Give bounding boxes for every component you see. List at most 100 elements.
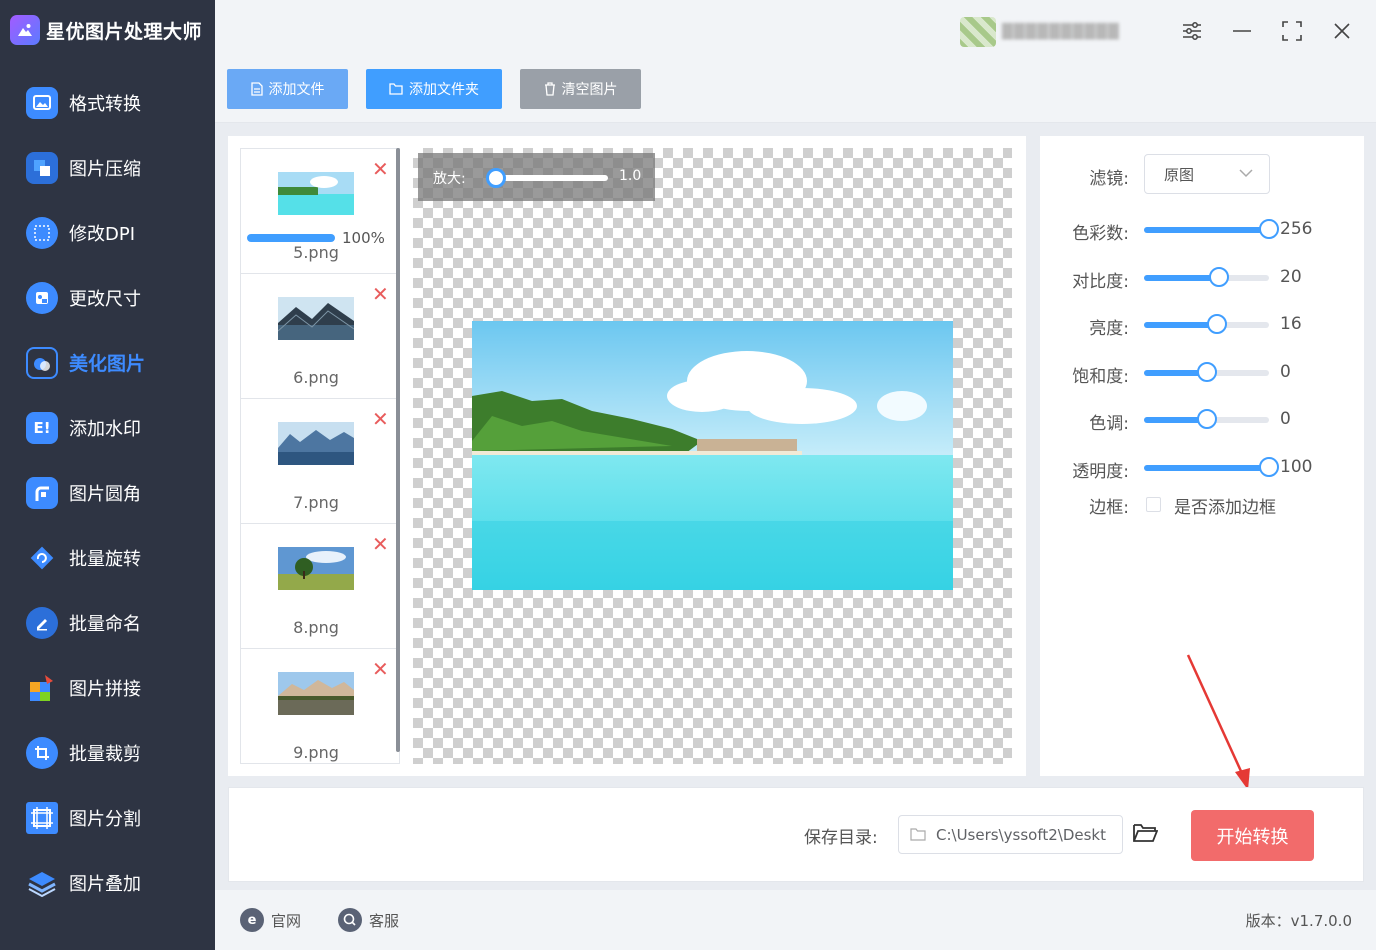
support-link[interactable]: 客服 bbox=[338, 908, 399, 932]
opacity-label: 透明度: bbox=[1072, 462, 1129, 482]
slider-handle[interactable] bbox=[1206, 314, 1227, 334]
delete-icon[interactable]: ✕ bbox=[372, 159, 389, 179]
sidebar-item-rounded-corner[interactable]: 图片圆角 bbox=[0, 460, 215, 525]
sidebar-item-format-convert[interactable]: 格式转换 bbox=[0, 70, 215, 135]
save-dir-input[interactable] bbox=[898, 815, 1123, 854]
main-panel: ✕ 100% 5.png ✕ 6.png ✕ 7.png ✕ 8.png ✕ 9… bbox=[228, 136, 1026, 776]
website-link[interactable]: e 官网 bbox=[240, 908, 301, 932]
contrast-label: 对比度: bbox=[1072, 272, 1129, 292]
avatar bbox=[960, 17, 996, 47]
hue-value: 0 bbox=[1280, 409, 1291, 429]
sidebar-item-label: 图片压缩 bbox=[69, 158, 141, 180]
sidebar-item-label: 更改尺寸 bbox=[69, 288, 141, 310]
sidebar-item-beautify[interactable]: 美化图片 bbox=[0, 330, 215, 395]
sidebar-item-resize[interactable]: 更改尺寸 bbox=[0, 265, 215, 330]
sidebar-item-puzzle[interactable]: 图片拼接 bbox=[0, 655, 215, 720]
watermark-icon: E! bbox=[26, 411, 58, 444]
scrollbar[interactable] bbox=[396, 148, 400, 752]
chevron-down-icon bbox=[1239, 169, 1253, 178]
opacity-slider[interactable] bbox=[1144, 457, 1279, 477]
sidebar-item-split[interactable]: 图片分割 bbox=[0, 785, 215, 850]
add-file-button[interactable]: 添加文件 bbox=[227, 69, 348, 109]
close-button[interactable] bbox=[1326, 15, 1358, 47]
zoom-slider-track[interactable] bbox=[490, 175, 608, 181]
sidebar-item-label: 图片拼接 bbox=[69, 678, 141, 700]
add-folder-button[interactable]: 添加文件夹 bbox=[366, 69, 502, 109]
thumbnail-image bbox=[278, 547, 354, 590]
add-border-text: 是否添加边框 bbox=[1174, 498, 1276, 518]
chat-icon bbox=[338, 908, 362, 932]
file-icon bbox=[250, 82, 263, 96]
sidebar-item-label: 批量命名 bbox=[69, 613, 141, 635]
start-convert-button[interactable]: 开始转换 bbox=[1191, 810, 1314, 861]
sidebar-item-layers[interactable]: 图片叠加 bbox=[0, 850, 215, 915]
brightness-label: 亮度: bbox=[1089, 319, 1129, 339]
list-item[interactable]: ✕ 8.png bbox=[241, 524, 399, 649]
hue-slider[interactable] bbox=[1144, 409, 1269, 429]
sidebar-item-crop[interactable]: 批量裁剪 bbox=[0, 720, 215, 785]
sidebar-item-rotate[interactable]: 批量旋转 bbox=[0, 525, 215, 590]
settings-button[interactable] bbox=[1176, 15, 1208, 47]
minimize-button[interactable] bbox=[1226, 15, 1258, 47]
slider-handle[interactable] bbox=[1196, 409, 1217, 429]
clear-images-button[interactable]: 清空图片 bbox=[520, 69, 641, 109]
slider-fill bbox=[1144, 275, 1219, 281]
rename-icon bbox=[26, 606, 58, 639]
rounded-corner-icon bbox=[26, 476, 58, 509]
zoom-slider-handle[interactable] bbox=[486, 168, 506, 188]
slider-handle[interactable] bbox=[1196, 362, 1217, 382]
filter-label: 滤镜: bbox=[1089, 169, 1129, 189]
toolbar: 添加文件 添加文件夹 清空图片 bbox=[215, 60, 1376, 123]
close-icon bbox=[1334, 23, 1350, 39]
contrast-slider[interactable] bbox=[1144, 267, 1269, 287]
sidebar-item-label: 图片圆角 bbox=[69, 483, 141, 505]
version-text: 版本：v1.7.0.0 bbox=[1245, 912, 1352, 930]
sidebar-item-watermark[interactable]: E! 添加水印 bbox=[0, 395, 215, 460]
saturation-value: 0 bbox=[1280, 362, 1291, 382]
thumbnail-list[interactable]: ✕ 100% 5.png ✕ 6.png ✕ 7.png ✕ 8.png ✕ 9… bbox=[240, 148, 400, 764]
brightness-value: 16 bbox=[1280, 314, 1302, 334]
file-name: 8.png bbox=[293, 618, 339, 637]
browse-folder-icon[interactable] bbox=[1132, 822, 1158, 844]
slider-handle[interactable] bbox=[1259, 457, 1279, 477]
saturation-slider[interactable] bbox=[1144, 362, 1269, 382]
sidebar-item-compress[interactable]: 图片压缩 bbox=[0, 135, 215, 200]
list-item[interactable]: ✕ 9.png bbox=[241, 649, 399, 763]
delete-icon[interactable]: ✕ bbox=[372, 659, 389, 679]
app-title: 星优图片处理大师 bbox=[46, 20, 203, 43]
sidebar-item-rename[interactable]: 批量命名 bbox=[0, 590, 215, 655]
image-preview: 放大: 1.0 bbox=[413, 148, 1012, 764]
list-item[interactable]: ✕ 7.png bbox=[241, 399, 399, 524]
color-count-value: 256 bbox=[1280, 219, 1313, 239]
maximize-button[interactable] bbox=[1276, 15, 1308, 47]
list-item[interactable]: ✕ 100% 5.png bbox=[241, 149, 399, 274]
delete-icon[interactable]: ✕ bbox=[372, 409, 389, 429]
filter-select[interactable]: 原图 bbox=[1144, 154, 1270, 194]
sidebar-item-label: 图片分割 bbox=[69, 808, 141, 830]
resize-icon bbox=[26, 281, 58, 314]
add-border-checkbox[interactable] bbox=[1146, 497, 1161, 512]
slider-handle[interactable] bbox=[1209, 267, 1229, 287]
file-name: 7.png bbox=[293, 493, 339, 512]
user-account[interactable]: ██████████ bbox=[960, 17, 1155, 47]
minimize-icon bbox=[1233, 30, 1251, 32]
zoom-value: 1.0 bbox=[619, 168, 642, 184]
sidebar-item-label: 修改DPI bbox=[69, 223, 136, 245]
compress-icon bbox=[26, 151, 58, 184]
file-name: 5.png bbox=[293, 243, 339, 262]
trash-icon bbox=[544, 82, 555, 96]
maximize-icon bbox=[1282, 21, 1302, 41]
folder-icon bbox=[389, 83, 403, 95]
delete-icon[interactable]: ✕ bbox=[372, 284, 389, 304]
footer: e 官网 客服 版本：v1.7.0.0 bbox=[215, 890, 1376, 950]
slider-handle[interactable] bbox=[1259, 219, 1279, 239]
brightness-slider[interactable] bbox=[1144, 314, 1269, 334]
sidebar-item-dpi[interactable]: 修改DPI bbox=[0, 200, 215, 265]
clear-images-label: 清空图片 bbox=[561, 82, 618, 98]
image-convert-icon bbox=[26, 86, 58, 119]
thumbnail-image bbox=[278, 297, 354, 340]
hue-label: 色调: bbox=[1089, 414, 1129, 434]
delete-icon[interactable]: ✕ bbox=[372, 534, 389, 554]
color-count-slider[interactable] bbox=[1144, 219, 1279, 239]
list-item[interactable]: ✕ 6.png bbox=[241, 274, 399, 399]
